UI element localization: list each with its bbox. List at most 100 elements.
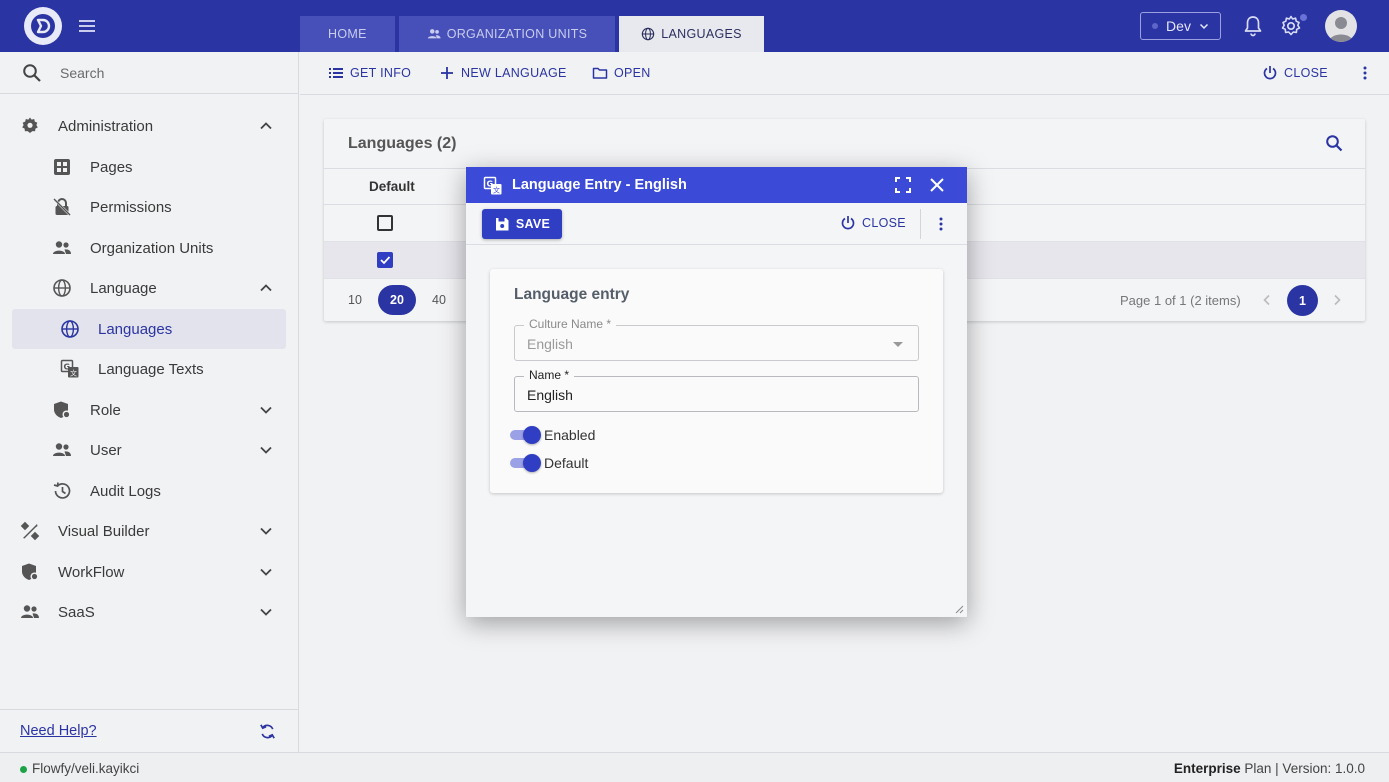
check-icon: [380, 256, 391, 265]
design-tools-icon: [20, 521, 40, 541]
open-button[interactable]: OPEN: [592, 64, 651, 82]
sidebar-item-pages[interactable]: Pages: [0, 147, 299, 187]
chevron-down-icon: [260, 406, 272, 414]
plan-name: Enterprise: [1173, 761, 1241, 776]
translate-icon: G 文: [60, 359, 79, 378]
language-entry-dialog: G 文 Language Entry - English SAVE CLOSE …: [466, 167, 967, 617]
chevron-down-icon: [260, 527, 272, 535]
environment-dot: [1152, 23, 1159, 29]
chevron-down-icon: [260, 608, 272, 616]
gear-icon: [22, 117, 38, 133]
language-entry-form: Language entry Culture Name * English Na…: [490, 269, 943, 493]
culture-name-value: English: [527, 336, 573, 352]
default-checkbox-checked[interactable]: [377, 252, 393, 268]
list-icon: [329, 68, 343, 78]
sync-icon[interactable]: [258, 722, 277, 741]
sidebar-item-audit-logs[interactable]: Audit Logs: [0, 471, 299, 511]
sidebar-item-role[interactable]: Role: [0, 390, 299, 430]
sidebar-item-language-texts[interactable]: G 文 Language Texts: [0, 349, 299, 389]
status-plan: Enterprise Plan | Version: 1.0.0: [1174, 761, 1365, 776]
culture-name-label: Culture Name *: [524, 317, 617, 331]
default-switch[interactable]: [510, 454, 541, 472]
bell-icon[interactable]: [1241, 14, 1265, 38]
sidebar-item-permissions[interactable]: Permissions: [0, 187, 299, 227]
page-info: Page 1 of 1 (2 items): [1120, 293, 1241, 308]
chevron-down-icon: [1199, 23, 1208, 30]
svg-text:文: 文: [493, 186, 500, 195]
svg-text:文: 文: [70, 369, 77, 378]
close-page-button[interactable]: CLOSE: [1262, 64, 1328, 82]
enabled-switch[interactable]: [510, 426, 541, 444]
dialog-header[interactable]: G 文 Language Entry - English: [466, 167, 967, 203]
sidebar-item-organization-units[interactable]: Organization Units: [0, 228, 299, 268]
hamburger-menu-icon[interactable]: [78, 17, 96, 35]
chevron-up-icon: [260, 122, 272, 130]
page-number-1[interactable]: 1: [1287, 285, 1318, 316]
top-bar: HOME ORGANIZATION UNITS LANGUAGES Dev: [0, 0, 1389, 52]
translate-icon: G 文: [483, 176, 502, 195]
main-toolbar: GET INFO NEW LANGUAGE OPEN CLOSE: [300, 52, 1389, 95]
environment-selector[interactable]: Dev: [1140, 12, 1221, 40]
more-vertical-icon[interactable]: [933, 216, 949, 232]
default-toggle-row: Default: [510, 453, 588, 473]
sidebar-item-administration[interactable]: Administration: [0, 106, 299, 146]
dialog-title: Language Entry - English: [512, 177, 687, 193]
status-bar: Flowfy/veli.kayikci Enterprise Plan | Ve…: [0, 752, 1389, 782]
settings-notification-dot: [1300, 14, 1307, 21]
logo-icon: [31, 14, 55, 38]
default-checkbox[interactable]: [377, 215, 393, 231]
sidebar-search-input[interactable]: [60, 64, 260, 81]
default-label: Default: [544, 455, 589, 471]
grid-title: Languages (2): [348, 135, 457, 152]
column-header-default[interactable]: Default: [369, 179, 415, 194]
new-language-button[interactable]: NEW LANGUAGE: [439, 64, 567, 82]
role-shield-icon: [54, 401, 71, 419]
sidebar: Administration Pages Permissions: [0, 52, 299, 752]
plus-icon: [441, 67, 453, 79]
sidebar-item-visual-builder[interactable]: Visual Builder: [0, 511, 299, 551]
resize-grip-icon[interactable]: [955, 605, 964, 614]
folder-icon: [592, 67, 608, 79]
sidebar-item-languages[interactable]: Languages: [12, 309, 286, 349]
power-icon: [841, 216, 855, 230]
get-info-button[interactable]: GET INFO: [328, 64, 411, 82]
culture-name-select[interactable]: Culture Name * English: [514, 317, 919, 361]
people-icon: [53, 443, 71, 456]
save-button[interactable]: SAVE: [482, 209, 562, 239]
maximize-icon[interactable]: [894, 176, 912, 194]
main-tabs: HOME ORGANIZATION UNITS LANGUAGES: [300, 16, 764, 52]
tab-languages[interactable]: LANGUAGES: [619, 16, 764, 52]
page-size-20[interactable]: 20: [378, 285, 416, 315]
close-icon[interactable]: [927, 175, 947, 195]
search-icon[interactable]: [1325, 134, 1343, 152]
people-icon: [53, 241, 71, 254]
app-logo[interactable]: [24, 7, 62, 45]
tab-organization-units[interactable]: ORGANIZATION UNITS: [398, 16, 616, 52]
switch-thumb: [523, 426, 541, 444]
history-icon: [53, 482, 71, 499]
user-avatar[interactable]: [1325, 10, 1357, 42]
chevron-down-icon: [260, 568, 272, 576]
sidebar-footer: Need Help?: [0, 709, 299, 752]
page-size-10[interactable]: 10: [348, 293, 362, 307]
form-title: Language entry: [514, 286, 630, 303]
sidebar-item-user[interactable]: User: [0, 430, 299, 470]
power-icon: [1263, 66, 1277, 80]
more-vertical-icon[interactable]: [1357, 65, 1373, 81]
dialog-close-button[interactable]: CLOSE: [840, 215, 906, 231]
people-icon: [427, 29, 441, 39]
lock-icon: [53, 198, 71, 216]
tab-home[interactable]: HOME: [300, 16, 395, 52]
name-field[interactable]: Name * English: [514, 368, 919, 412]
chevron-left-icon[interactable]: [1260, 293, 1274, 307]
sidebar-item-language[interactable]: Language: [0, 268, 299, 308]
page-size-40[interactable]: 40: [432, 293, 446, 307]
chevron-up-icon: [260, 284, 272, 292]
globe-icon: [642, 27, 655, 41]
need-help-link[interactable]: Need Help?: [20, 723, 97, 739]
sidebar-item-saas[interactable]: SaaS: [0, 592, 299, 632]
enabled-label: Enabled: [544, 427, 596, 443]
sidebar-item-workflow[interactable]: WorkFlow: [0, 552, 299, 592]
enabled-toggle-row: Enabled: [510, 425, 595, 445]
chevron-right-icon[interactable]: [1330, 293, 1344, 307]
